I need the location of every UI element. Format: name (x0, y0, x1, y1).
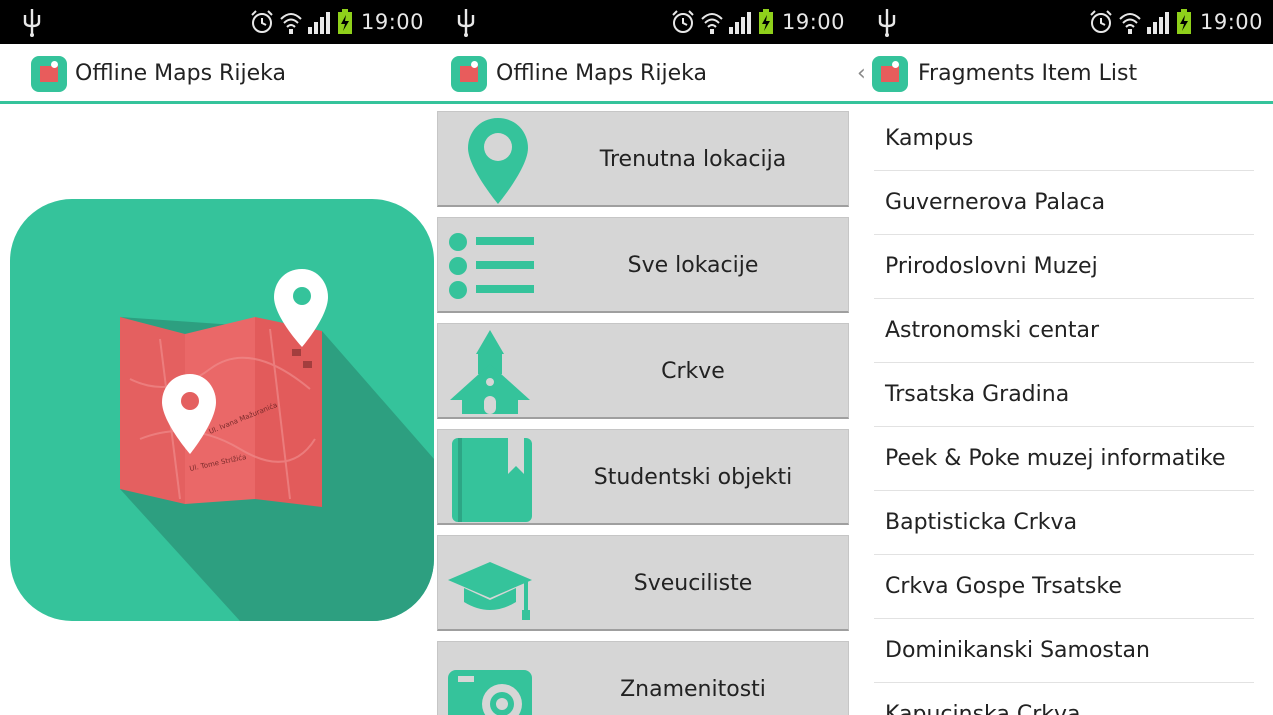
action-bar: Offline Maps Rijeka (0, 44, 434, 104)
wifi-icon (701, 13, 723, 34)
list-item[interactable]: Crkva Gospe Trsatske (874, 555, 1254, 619)
battery-charging-icon (1176, 9, 1191, 34)
book-icon (452, 438, 532, 522)
usb-icon (457, 9, 475, 37)
app-logo-icon[interactable] (872, 56, 908, 92)
usb-icon (878, 9, 896, 37)
menu-label: Sve lokacije (627, 253, 759, 278)
alarm-icon (672, 10, 694, 33)
clock: 19:00 (1199, 10, 1263, 34)
alarm-icon (1090, 10, 1112, 33)
app-logo-icon (31, 56, 67, 92)
graduation-cap-icon (448, 562, 532, 620)
screen-title: Fragments Item List (918, 61, 1138, 86)
list-item[interactable]: Baptisticka Crkva (874, 491, 1254, 555)
church-icon (450, 330, 530, 414)
camera-icon (448, 670, 532, 715)
menu-label: Znamenitosti (620, 677, 766, 702)
battery-charging-icon (758, 9, 773, 34)
clock: 19:00 (360, 10, 424, 34)
status-bar: 19:00 (434, 0, 855, 44)
status-bar: 19:00 (855, 0, 1273, 44)
wifi-icon (280, 13, 302, 34)
app-splash-logo: Ul. Ivana Mažuranića Ul. Tome Strižića (10, 199, 434, 621)
menu-label: Sveuciliste (633, 571, 753, 596)
current-location-button[interactable]: Trenutna lokacija (437, 111, 849, 207)
app-title: Offline Maps Rijeka (75, 61, 286, 86)
list-item[interactable]: Prirodoslovni Muzej (874, 235, 1254, 299)
menu-label: Crkve (661, 359, 725, 384)
item-list-screen: 19:00 ‹ Fragments Item List Kampus Guver… (855, 0, 1273, 715)
list-icon (449, 233, 534, 299)
app-logo-icon (451, 56, 487, 92)
student-facilities-button[interactable]: Studentski objekti (437, 429, 849, 525)
list-item[interactable]: Trsatska Gradina (874, 363, 1254, 427)
landmarks-button[interactable]: Znamenitosti (437, 641, 849, 715)
battery-charging-icon (337, 9, 352, 34)
list-item[interactable]: Peek & Poke muzej informatike (874, 427, 1254, 491)
back-chevron-icon[interactable]: ‹ (857, 44, 866, 104)
action-bar[interactable]: ‹ Fragments Item List (855, 44, 1273, 104)
menu-label: Trenutna lokacija (599, 147, 787, 172)
app-title: Offline Maps Rijeka (496, 61, 707, 86)
clock: 19:00 (781, 10, 845, 34)
signal-icon (728, 12, 751, 34)
location-pin-icon (468, 118, 528, 204)
location-list: Kampus Guvernerova Palaca Prirodoslovni … (874, 107, 1254, 715)
list-item[interactable]: Dominikanski Samostan (874, 619, 1254, 683)
university-button[interactable]: Sveuciliste (437, 535, 849, 631)
list-item[interactable]: Guvernerova Palaca (874, 171, 1254, 235)
usb-icon (23, 9, 41, 37)
all-locations-button[interactable]: Sve lokacije (437, 217, 849, 313)
wifi-icon (1119, 13, 1141, 34)
action-bar: Offline Maps Rijeka (434, 44, 855, 104)
list-item[interactable]: Kapucinska Crkva (874, 683, 1254, 715)
main-menu: Trenutna lokacija Sve lokacije Crkve Stu… (437, 111, 849, 715)
main-menu-screen: 19:00 Offline Maps Rijeka Trenutna lokac… (434, 0, 855, 715)
signal-icon (307, 12, 330, 34)
status-bar: 19:00 (0, 0, 434, 44)
list-item[interactable]: Kampus (874, 107, 1254, 171)
list-item[interactable]: Astronomski centar (874, 299, 1254, 363)
splash-screen: 19:00 Offline Maps Rijeka Ul. Ivana Mažu… (0, 0, 434, 715)
signal-icon (1146, 12, 1169, 34)
menu-label: Studentski objekti (593, 465, 793, 490)
churches-button[interactable]: Crkve (437, 323, 849, 419)
alarm-icon (251, 10, 273, 33)
